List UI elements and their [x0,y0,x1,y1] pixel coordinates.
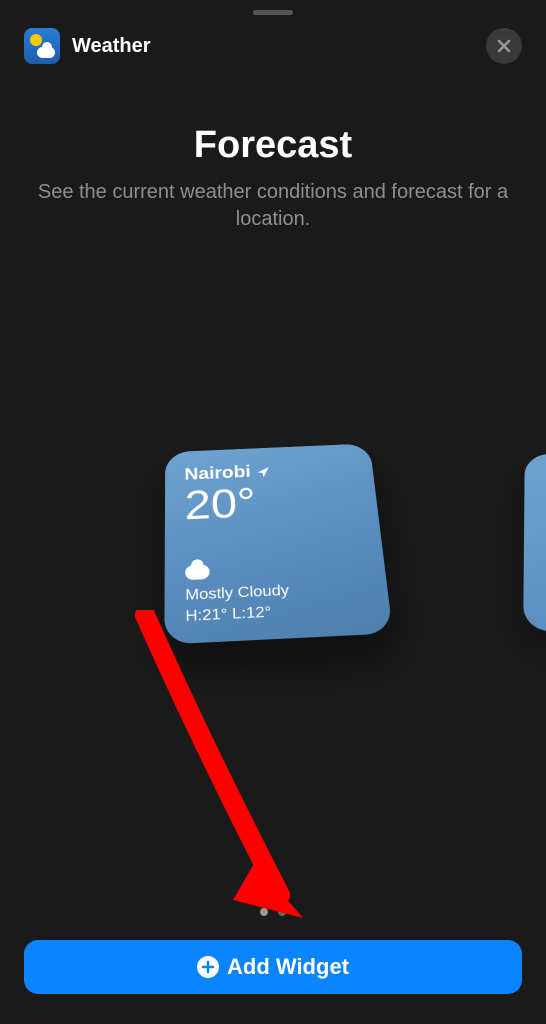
cloud-icon [185,564,210,580]
close-icon [496,38,512,54]
close-button[interactable] [486,28,522,64]
weather-app-icon [24,28,60,64]
page-title: Forecast [28,124,518,167]
plus-circle-icon [197,956,219,978]
next-widget-peek[interactable] [523,454,546,631]
sheet-grabber[interactable] [253,10,293,15]
app-title: Weather [72,35,151,58]
page-dot-1[interactable] [260,908,268,916]
page-dot-2[interactable] [278,908,286,916]
content-header: Forecast See the current weather conditi… [0,124,546,233]
page-subtitle: See the current weather conditions and f… [28,179,518,233]
add-widget-label: Add Widget [227,954,349,980]
weather-widget-preview: Nairobi 20° Mostly Cloudy H:21° L:12° [164,443,393,644]
widget-temp-range: H:21° L:12° [185,600,370,626]
pagination-dots[interactable] [260,908,286,916]
widget-carousel[interactable]: Nairobi 20° Mostly Cloudy H:21° L:12° [0,333,546,743]
header-left: Weather [24,28,151,64]
widget-temperature: 20° [185,479,360,527]
location-arrow-icon [256,466,270,478]
add-widget-button[interactable]: Add Widget [24,940,522,994]
